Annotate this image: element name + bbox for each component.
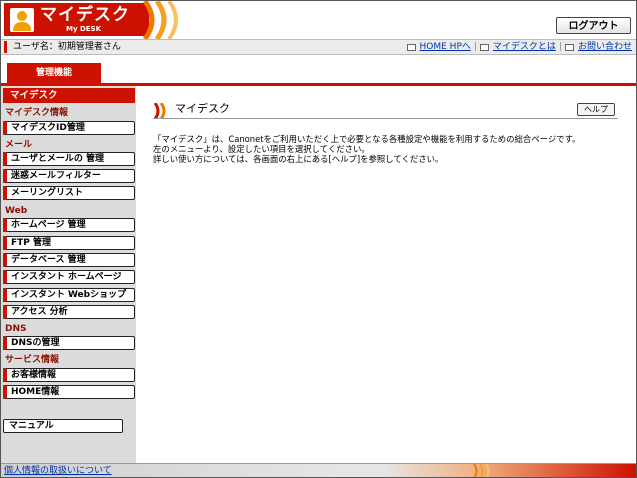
userbar-accent <box>4 41 7 53</box>
sidebar-item-access[interactable]: アクセス 分析 <box>3 305 135 319</box>
description: 「マイデスク」は、Canonetをご利用いただく上で必要となる各種設定や機能を利… <box>153 134 623 164</box>
category-web: Web <box>5 206 28 216</box>
user-name-label: ユーザ名：初期管理者さん <box>13 42 121 52</box>
separator: | <box>558 42 562 52</box>
description-line: 詳しい使い方については、各画面の右上にある[ヘルプ]を参照してください。 <box>153 154 444 164</box>
sidebar-item-home-info[interactable]: HOME情報 <box>3 385 135 399</box>
title-divider <box>153 118 618 119</box>
sidebar-item-instant-hp[interactable]: インスタント ホームページ <box>3 270 135 284</box>
user-bar: ユーザ名：初期管理者さん HOME HPへ | マイデスクとは | お問い合わせ <box>1 39 636 55</box>
help-button[interactable]: ヘルプ <box>577 103 615 116</box>
manual-button[interactable]: マニュアル <box>3 419 123 433</box>
sidebar: マイデスク マイデスク情報 マイデスクID管理 メール ユーザとメールの 管理 … <box>1 86 136 463</box>
app-title: マイデスク <box>40 5 130 25</box>
sidebar-item-instant-shop[interactable]: インスタント Webショップ <box>3 288 135 302</box>
footer: 個人情報の取扱いについて <box>1 463 636 477</box>
category-mail: メール <box>5 140 33 150</box>
footer-arcs-icon <box>473 464 490 477</box>
description-line: 左のメニューより、設定したい項目を選択してください。 <box>153 144 370 154</box>
logo: マイデスク My DESK <box>4 3 149 36</box>
sidebar-item-homepage[interactable]: ホームページ 管理 <box>3 218 135 232</box>
title-arcs-icon <box>153 103 166 119</box>
main-content: マイデスク ヘルプ 「マイデスク」は、Canonetをご利用いただく上で必要とな… <box>137 86 636 463</box>
header: マイデスク My DESK ログアウト <box>1 1 636 39</box>
separator: | <box>473 42 477 52</box>
tab-bar: 管理機能 <box>1 54 636 86</box>
sidebar-item-customer[interactable]: お客様情報 <box>3 368 135 382</box>
category-service-info: サービス情報 <box>5 355 60 365</box>
sidebar-item-ftp[interactable]: FTP 管理 <box>3 236 135 250</box>
app-window: マイデスク My DESK ログアウト ユーザ名：初期管理者さん HOME HP… <box>0 0 637 478</box>
sidebar-item-mydesk-id[interactable]: マイデスクID管理 <box>3 121 135 135</box>
page-icon <box>479 43 489 51</box>
category-dns: DNS <box>5 324 27 334</box>
page-icon <box>564 43 574 51</box>
sidebar-item-database[interactable]: データベース 管理 <box>3 253 135 267</box>
top-links: HOME HPへ | マイデスクとは | お問い合わせ <box>406 40 632 54</box>
tab-admin-functions[interactable]: 管理機能 <box>7 63 101 83</box>
page-icon <box>406 43 416 51</box>
contact-link[interactable]: お問い合わせ <box>578 40 632 54</box>
logout-button[interactable]: ログアウト <box>556 17 631 34</box>
sidebar-item-mailing-list[interactable]: メーリングリスト <box>3 186 135 200</box>
category-mydesk-info: マイデスク情報 <box>5 108 69 118</box>
user-icon <box>10 8 34 32</box>
privacy-policy-link[interactable]: 個人情報の取扱いについて <box>4 464 112 477</box>
sidebar-item-spam-filter[interactable]: 迷惑メールフィルター <box>3 169 135 183</box>
description-line: 「マイデスク」は、Canonetをご利用いただく上で必要となる各種設定や機能を利… <box>153 134 581 144</box>
sidebar-heading[interactable]: マイデスク <box>3 88 135 103</box>
app-subtitle: My DESK <box>66 25 102 33</box>
about-mydesk-link[interactable]: マイデスクとは <box>493 40 556 54</box>
home-hp-link[interactable]: HOME HPへ <box>420 40 471 54</box>
logo-arcs-icon <box>142 1 178 39</box>
page-title: マイデスク <box>175 102 230 115</box>
sidebar-item-user-mail[interactable]: ユーザとメールの 管理 <box>3 152 135 166</box>
sidebar-item-dns[interactable]: DNSの管理 <box>3 336 135 350</box>
